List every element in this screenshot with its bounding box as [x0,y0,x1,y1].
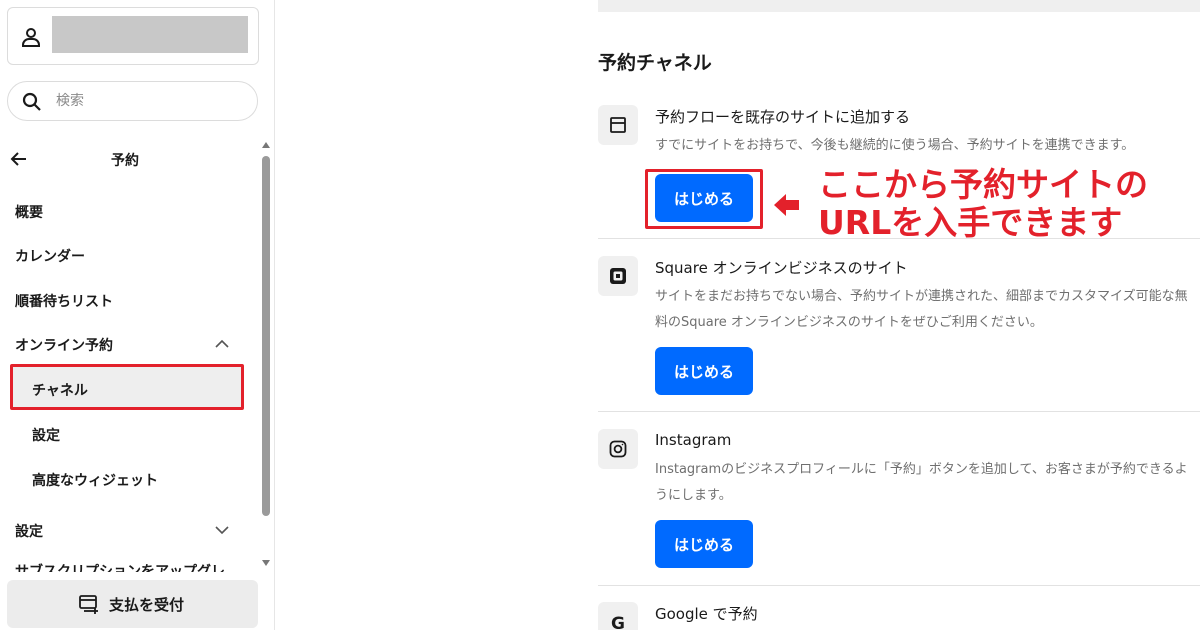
start-button-square-online[interactable]: はじめる [655,347,753,395]
annotation-text: ここから予約サイトの URLを入手できます [818,166,1198,242]
card-terminal-icon [79,595,98,614]
divider [598,585,1200,586]
sidebar-item-online-settings[interactable]: 設定 [32,425,60,445]
sidebar-item-online-booking[interactable]: オンライン予約 [15,335,113,355]
sidebar-item-settings[interactable]: 設定 [15,521,43,541]
scroll-down-arrow-icon[interactable] [262,560,270,566]
divider [598,411,1200,412]
channel-desc-instagram: Instagramのビジネスプロフィールに「予約」ボタンを追加して、お客さまが予… [655,462,1188,503]
divider [598,238,1200,239]
accept-payment-label: 支払を受付 [109,597,185,614]
channel-title-existing-site: 予約フローを既存のサイトに追加する [655,108,911,126]
google-icon: G [598,602,638,630]
sidebar-item-calendar[interactable]: カレンダー [15,246,85,266]
search-box[interactable] [7,81,258,121]
search-input[interactable] [56,90,246,112]
nav-title: 予約 [111,153,139,169]
channel-desc-square-online: サイトをまだお持ちでない場合、予約サイトが連携された、細部までカスタマイズ可能な… [655,289,1188,330]
sidebar-item-waitlist[interactable]: 順番待ちリスト [15,291,113,311]
sidebar-item-upgrade-subscription[interactable]: サブスクリプションをアップグレ [15,560,225,572]
highlight-box-start-button [645,169,763,229]
sidebar-scrollbar[interactable] [261,142,271,572]
chevron-up-icon[interactable] [214,336,230,352]
instagram-icon [598,429,638,469]
person-icon [22,28,40,47]
nav-header: 予約 [0,140,260,178]
scrollbar-thumb[interactable] [262,156,270,516]
sidebar: 予約 概要 カレンダー 順番待ちリスト オンライン予約 チャネル 設定 高度なウ… [0,0,275,630]
highlight-box-channels [10,364,244,410]
start-button-instagram[interactable]: はじめる [655,520,753,568]
red-arrow-icon [774,194,799,216]
annotation-line-2: URLを入手できます [818,203,1123,242]
chevron-down-icon[interactable] [214,522,230,538]
channel-desc-existing-site: すでにサイトをお持ちで、今後も継続的に使う場合、予約サイトを連携できます。 [655,138,1135,153]
sidebar-item-overview[interactable]: 概要 [15,202,43,222]
square-logo-icon [598,256,638,296]
channel-title-square-online: Square オンラインビジネスのサイト [655,259,908,277]
sidebar-item-advanced-widgets[interactable]: 高度なウィジェット [32,470,158,490]
channel-title-google: Google で予約 [655,605,758,623]
top-strip [598,0,1200,12]
svg-text:G: G [611,614,625,630]
annotation-line-1: ここから予約サイトの [818,165,1148,204]
page-title: 予約チャネル [598,52,712,74]
accept-payment-button[interactable]: 支払を受付 [7,580,258,628]
redacted-account-name [52,16,248,53]
scroll-up-arrow-icon[interactable] [262,142,270,148]
storefront-icon [598,105,638,145]
search-icon [22,92,41,111]
channel-title-instagram: Instagram [655,431,732,449]
account-switcher[interactable] [7,7,259,65]
